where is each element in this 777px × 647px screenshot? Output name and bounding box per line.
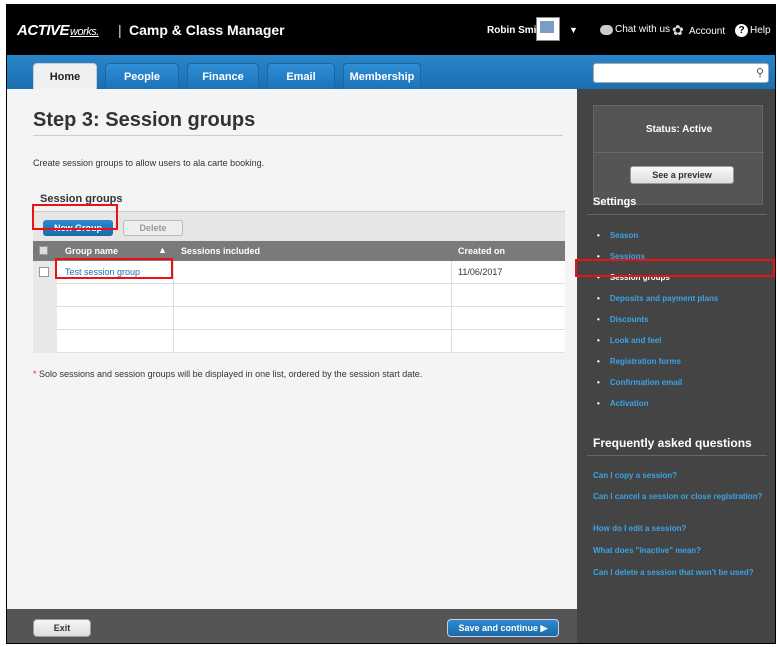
column-divider [173, 330, 174, 353]
divider [594, 152, 764, 153]
column-header-sessions[interactable]: Sessions included [181, 246, 260, 256]
brand-logo[interactable]: ACTIVEworks. [17, 22, 99, 39]
footnote-text: Solo sessions and session groups will be… [36, 369, 423, 379]
search-input[interactable]: ⚲ [593, 63, 769, 83]
delete-button[interactable]: Delete [123, 220, 183, 236]
faq-link-inactive[interactable]: What does "inactive" mean? [593, 546, 763, 556]
app-window: ACTIVEworks. | Camp & Class Manager Robi… [6, 4, 776, 644]
select-all-checkbox[interactable] [39, 246, 48, 255]
bullet-icon: • [597, 357, 600, 366]
column-divider [451, 284, 452, 307]
bullet-icon: • [597, 399, 600, 408]
created-on-value: 11/06/2017 [458, 267, 503, 277]
app-title: Camp & Class Manager [129, 22, 285, 38]
sidebar-item-activation[interactable]: • Activation [597, 399, 648, 408]
faq-link-edit-session[interactable]: How do I edit a session? [593, 524, 763, 534]
chat-link[interactable]: Chat with us [600, 24, 670, 35]
tab-finance[interactable]: Finance [187, 63, 259, 89]
sidebar-item-confirmation-email[interactable]: • Confirmation email [597, 378, 682, 387]
column-divider [451, 261, 452, 284]
sidebar-item-deposits[interactable]: • Deposits and payment plans [597, 294, 718, 303]
sidebar-item-label: Registration forms [609, 357, 681, 366]
column-divider [173, 307, 174, 330]
column-divider [451, 307, 452, 330]
column-divider [173, 261, 174, 284]
status-panel: Status: Active See a preview [593, 105, 764, 205]
row-select-cell [33, 284, 57, 307]
highlight-box [32, 204, 118, 230]
gear-icon: ✿ [672, 22, 684, 38]
settings-heading: Settings [593, 196, 637, 208]
chat-label: Chat with us [615, 24, 671, 35]
sidebar-item-discounts[interactable]: • Discounts [597, 315, 648, 324]
footnote: * Solo sessions and session groups will … [33, 369, 422, 379]
bullet-icon: • [597, 315, 600, 324]
bullet-icon: • [597, 294, 600, 303]
row-checkbox[interactable] [39, 267, 49, 277]
page-description: Create session groups to allow users to … [33, 158, 265, 168]
chat-icon [600, 24, 613, 35]
sidebar-item-label: Discounts [609, 315, 649, 324]
tab-membership[interactable]: Membership [343, 63, 421, 89]
main-content: Step 3: Session groups Create session gr… [7, 89, 577, 609]
bullet-icon: • [597, 378, 600, 387]
faq-heading: Frequently asked questions [593, 436, 752, 450]
row-select-cell [33, 330, 57, 353]
sidebar-item-label: Deposits and payment plans [609, 294, 719, 303]
column-header-created[interactable]: Created on [458, 246, 505, 256]
table-row [33, 307, 565, 330]
sort-up-icon[interactable]: ▲ [158, 245, 167, 255]
help-link[interactable]: ? Help [735, 24, 771, 37]
sidebar-item-label: Season [609, 231, 639, 240]
search-icon[interactable]: ⚲ [756, 66, 764, 79]
tab-people[interactable]: People [105, 63, 179, 89]
tab-home[interactable]: Home [33, 63, 97, 89]
table-row [33, 284, 565, 307]
account-label: Account [689, 25, 726, 37]
sidebar-item-label: Look and feel [609, 336, 662, 345]
divider [587, 214, 767, 215]
column-divider [451, 330, 452, 353]
column-header-group-name[interactable]: Group name [65, 246, 118, 256]
faq-link-delete-session[interactable]: Can I delete a session that won't be use… [593, 568, 763, 578]
bottom-bar: Exit Save and continue ▶ [7, 609, 577, 643]
sidebar: Status: Active See a preview Settings • S… [577, 89, 775, 643]
exit-button[interactable]: Exit [33, 619, 91, 637]
table-row [33, 330, 565, 353]
divider [33, 135, 563, 136]
chevron-down-icon[interactable]: ▼ [569, 25, 578, 35]
highlight-box [55, 258, 173, 279]
image-icon [540, 21, 554, 33]
brand-name: ACTIVE [17, 22, 70, 39]
sidebar-item-label: Confirmation email [609, 378, 683, 387]
status-text: Status: Active [645, 124, 713, 135]
bullet-icon: • [597, 336, 600, 345]
page-title: Step 3: Session groups [33, 109, 256, 131]
sidebar-item-label: Activation [609, 399, 649, 408]
row-select-cell [33, 261, 57, 284]
preview-button[interactable]: See a preview [630, 166, 734, 184]
avatar[interactable] [536, 17, 560, 41]
faq-link-copy-session[interactable]: Can I copy a session? [593, 471, 763, 481]
account-link[interactable]: ✿ Account [672, 22, 726, 38]
sidebar-item-season[interactable]: • Season [597, 231, 638, 240]
row-select-cell [33, 307, 57, 330]
highlight-box [575, 259, 775, 277]
save-continue-button[interactable]: Save and continue ▶ [447, 619, 559, 637]
title-separator: | [118, 22, 122, 38]
top-bar: ACTIVEworks. | Camp & Class Manager Robi… [7, 5, 775, 55]
tab-email[interactable]: Email [267, 63, 335, 89]
sidebar-item-look-and-feel[interactable]: • Look and feel [597, 336, 661, 345]
help-label: Help [750, 25, 771, 36]
brand-suffix: works. [70, 26, 99, 38]
sidebar-item-registration-forms[interactable]: • Registration forms [597, 357, 681, 366]
help-icon: ? [735, 24, 748, 37]
bullet-icon: • [597, 231, 600, 240]
column-divider [173, 284, 174, 307]
faq-link-cancel-session[interactable]: Can I cancel a session or close registra… [593, 492, 763, 502]
divider [587, 455, 767, 456]
